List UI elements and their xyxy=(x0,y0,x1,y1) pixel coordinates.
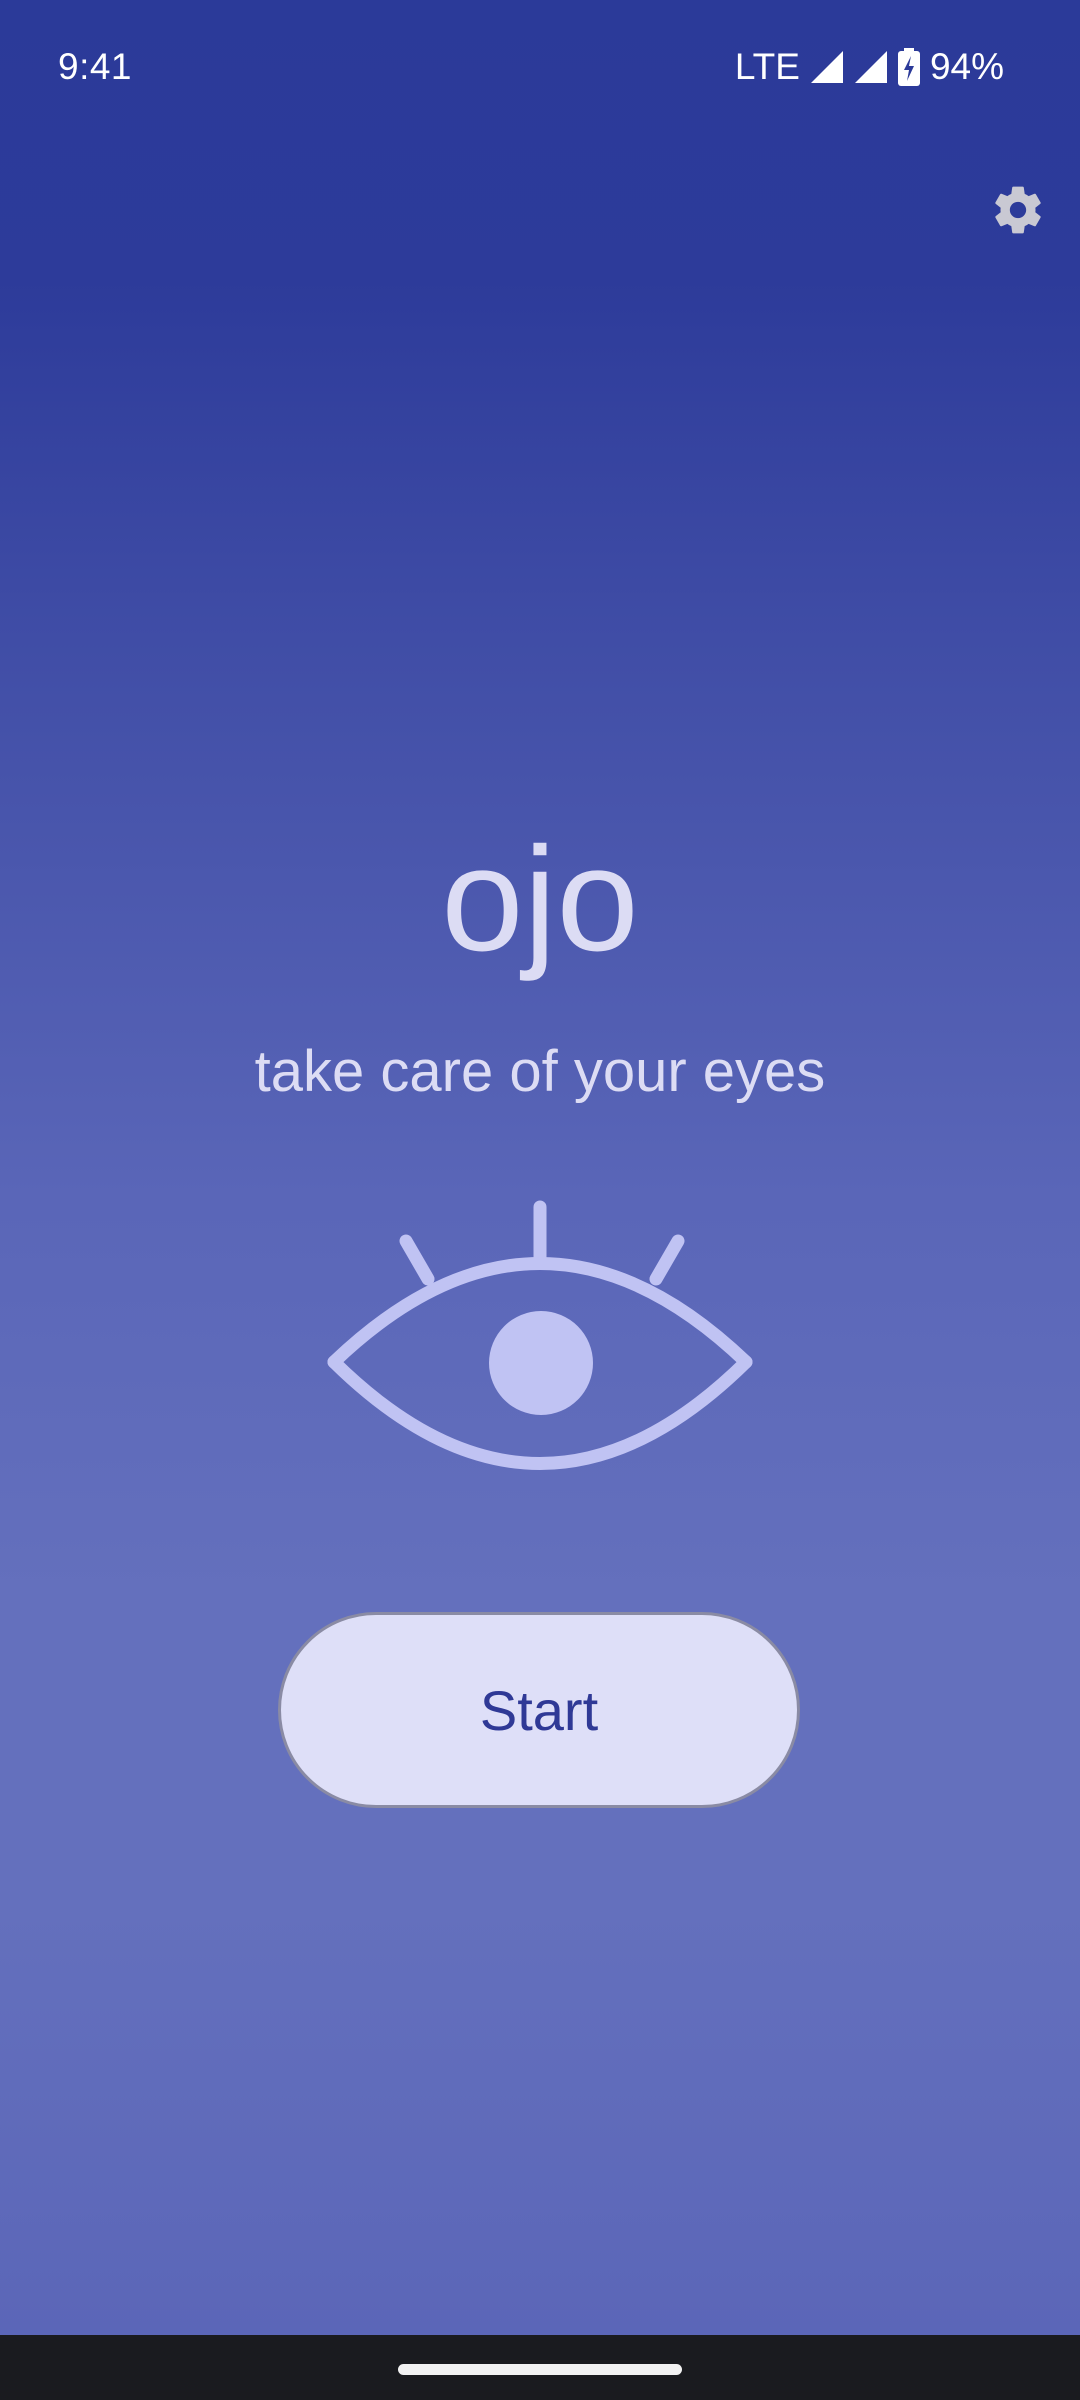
signal-icon xyxy=(810,50,844,84)
settings-button[interactable] xyxy=(984,178,1052,246)
status-time: 9:41 xyxy=(58,46,133,87)
eye-icon xyxy=(320,1195,760,1485)
signal-icon xyxy=(854,50,888,84)
app-screen: 9:41 LTE 94% ojo take care of your eyes … xyxy=(0,0,1080,2400)
status-bar: 9:41 LTE 94% xyxy=(0,0,1080,134)
app-title: ojo xyxy=(441,817,639,982)
network-type: LTE xyxy=(734,46,800,87)
battery-charging-icon xyxy=(897,48,920,86)
status-indicators: LTE 94% xyxy=(735,40,1004,94)
home-gesture-handle[interactable] xyxy=(398,2364,682,2375)
battery-percentage: 94% xyxy=(929,46,1004,87)
gear-icon xyxy=(990,182,1046,243)
start-button[interactable]: Start xyxy=(278,1612,800,1808)
app-tagline: take care of your eyes xyxy=(254,1039,826,1104)
